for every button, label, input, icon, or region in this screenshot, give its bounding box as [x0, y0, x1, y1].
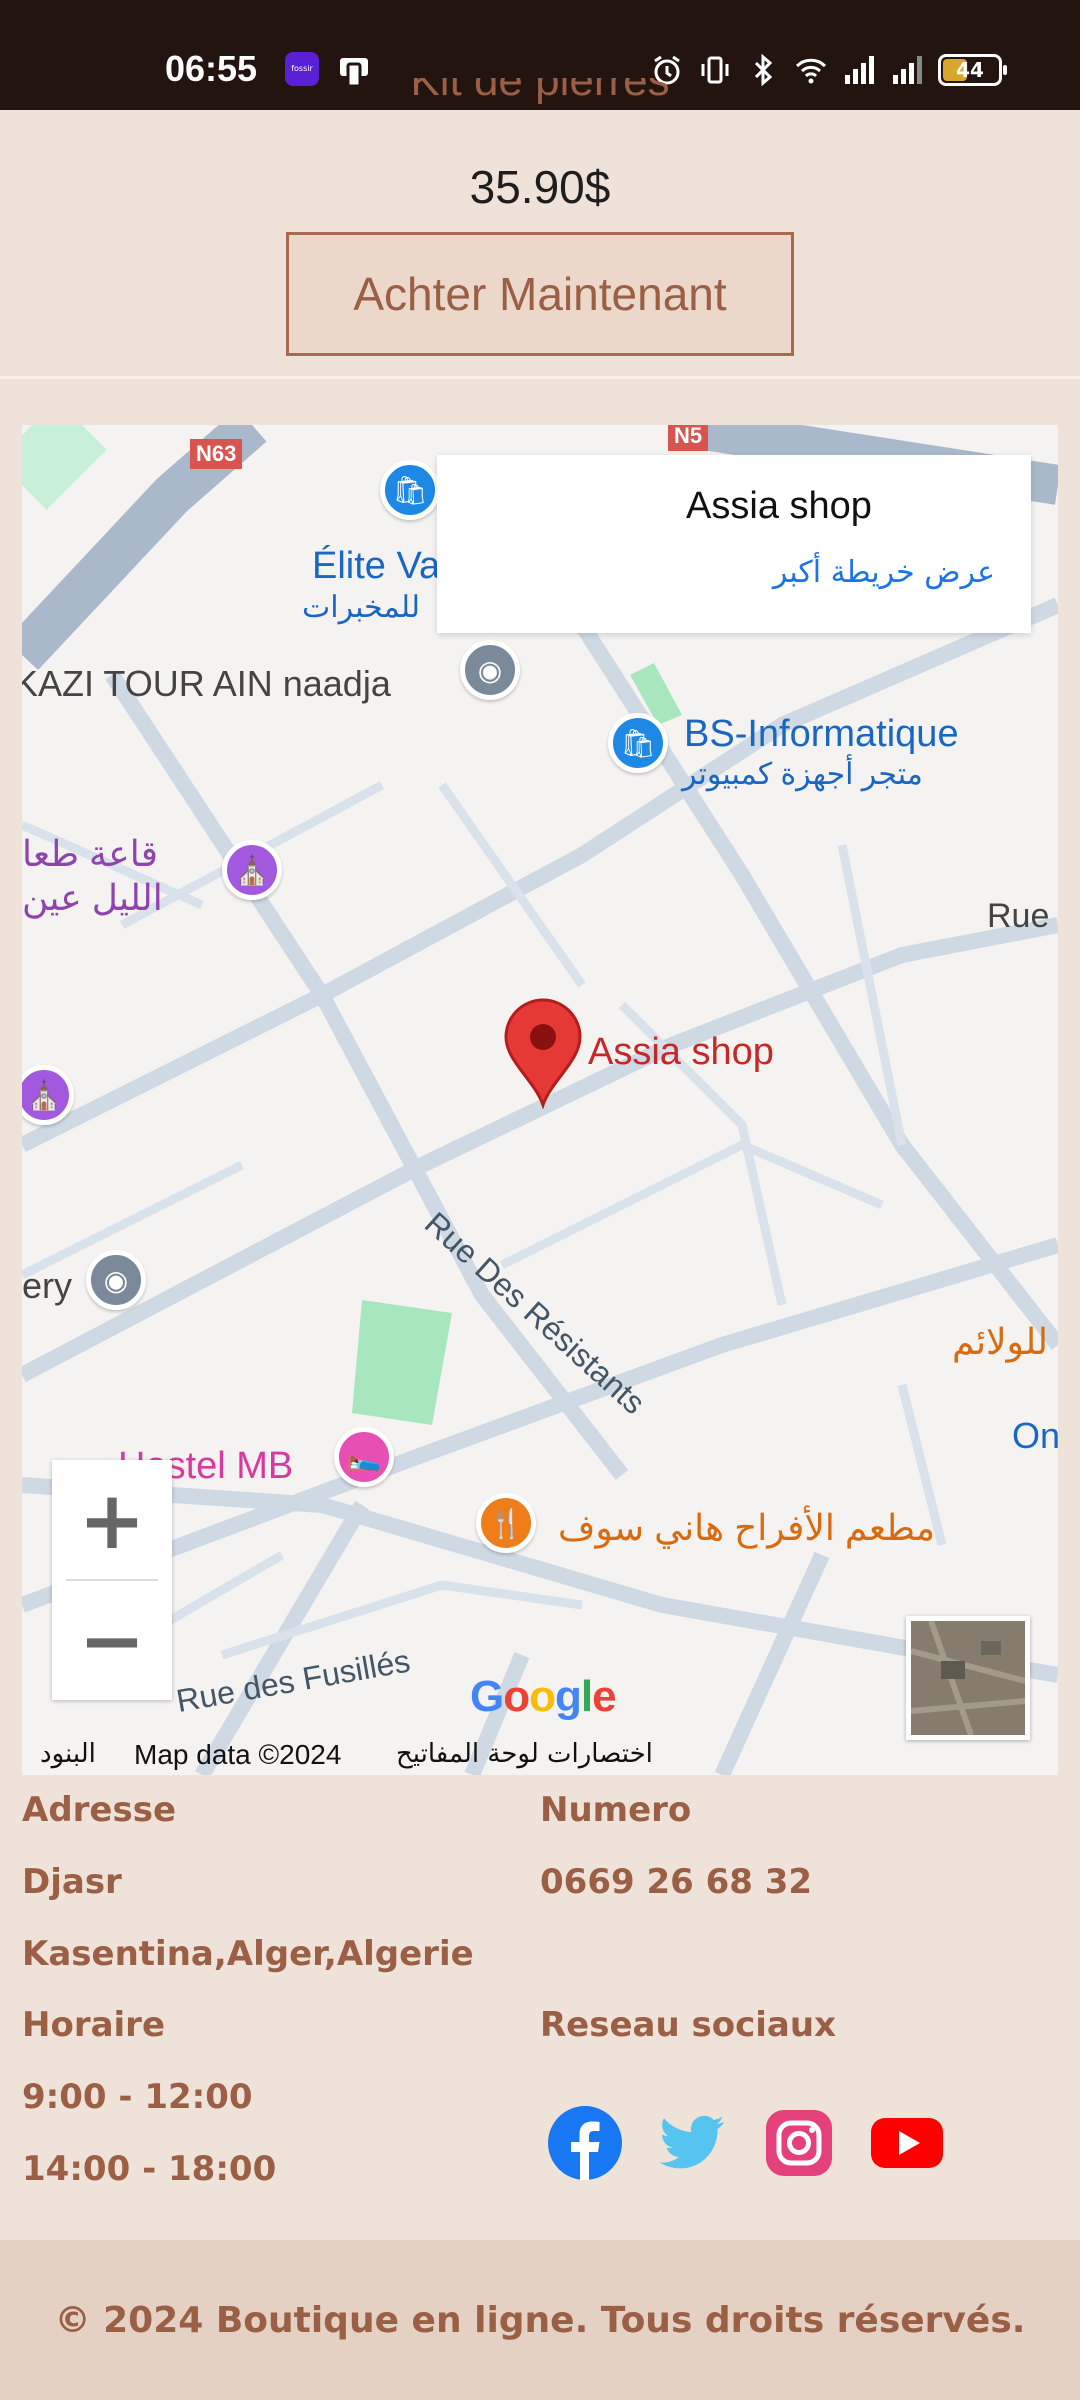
address-line-1: Djasr — [22, 1862, 122, 1902]
map-embed[interactable]: N63 N5 🛍 Élite Va للمخبرات ◉ KAZI TOUR A… — [22, 425, 1058, 1775]
phone-number[interactable]: 0669 26 68 32 — [540, 1862, 812, 1902]
marker-label: Assia shop — [588, 1031, 774, 1073]
restaurant-icon[interactable]: 🍴 — [476, 1493, 536, 1553]
product-name: Kit de pierres — [0, 78, 1080, 134]
poi-kazi: KAZI TOUR AIN naadja — [22, 663, 391, 704]
map-attribution: البنود Map data ©2024 اختصارات لوحة المف… — [22, 1735, 1058, 1775]
address-line-2: Kasentina,Alger,Algerie — [22, 1934, 474, 1974]
hours-afternoon: 14:00 - 18:00 — [22, 2149, 277, 2189]
buy-now-button[interactable]: Achter Maintenant — [286, 232, 794, 356]
youtube-icon[interactable] — [868, 2104, 946, 2182]
instagram-icon[interactable] — [760, 2104, 838, 2182]
copyright-text: © 2024 Boutique en ligne. Tous droits ré… — [54, 2299, 1026, 2341]
address-heading: Adresse — [22, 1790, 177, 1830]
phone-heading: Numero — [540, 1790, 692, 1830]
poi-bs-informatique-ar: متجر أجهزة كمبيوتر — [682, 758, 923, 791]
shopping-icon[interactable]: 🛍 — [608, 713, 668, 773]
facebook-icon[interactable] — [546, 2104, 624, 2182]
place-pin-icon[interactable]: ◉ — [86, 1250, 146, 1310]
keyboard-shortcuts-link[interactable]: اختصارات لوحة المفاتيح — [396, 1739, 653, 1769]
poi-wedding-restaurant: مطعم الأفراح هاني سوف — [558, 1507, 936, 1548]
hotel-icon[interactable]: 🛌 — [334, 1427, 394, 1487]
poi-bs-informatique: BS-Informatique — [684, 713, 959, 755]
poi-on: On — [1012, 1415, 1058, 1456]
zoom-out-button[interactable]: − — [52, 1580, 172, 1700]
map-terms-link[interactable]: البنود — [40, 1739, 96, 1769]
poi-elite-ar: للمخبرات — [302, 591, 420, 624]
venue-icon[interactable]: ⛪ — [222, 840, 282, 900]
product-name-text: Kit de pierres — [410, 78, 670, 105]
social-heading: Reseau sociaux — [540, 2005, 837, 2045]
poi-walaim: للولائم — [952, 1321, 1048, 1362]
satellite-toggle-button[interactable] — [906, 1616, 1030, 1740]
poi-ery: ery — [22, 1265, 73, 1306]
poi-hall-ar-2: الليل عين — [22, 877, 163, 918]
view-larger-map-link[interactable]: عرض خريطة أكبر — [773, 555, 995, 590]
map-info-card: Assia shop عرض خريطة أكبر — [437, 455, 1031, 633]
shopping-icon[interactable]: 🛍 — [380, 460, 440, 520]
place-pin-icon[interactable]: ◉ — [460, 640, 520, 700]
zoom-in-button[interactable]: + — [52, 1460, 172, 1580]
road-rue-right: Rue — [987, 897, 1050, 935]
zoom-controls: + − — [52, 1460, 172, 1700]
road-n5: N5 — [668, 425, 709, 451]
info-card-title: Assia shop — [686, 485, 872, 527]
twitter-icon[interactable] — [652, 2104, 730, 2182]
poi-elite: Élite Va — [312, 545, 441, 587]
map-data-label: Map data ©2024 — [134, 1739, 342, 1770]
hours-heading: Horaire — [22, 2005, 166, 2045]
satellite-thumbnail-icon — [911, 1621, 1025, 1735]
hours-morning: 9:00 - 12:00 — [22, 2077, 253, 2117]
location-pin-icon[interactable] — [502, 997, 584, 1109]
footer: © 2024 Boutique en ligne. Tous droits ré… — [0, 2240, 1080, 2400]
product-price: 35.90$ — [469, 161, 611, 213]
poi-hall-ar-1: قاعة طعا — [22, 833, 158, 874]
road-n63: N63 — [190, 439, 243, 469]
google-logo: Google — [470, 1672, 617, 1721]
divider — [0, 376, 1080, 379]
